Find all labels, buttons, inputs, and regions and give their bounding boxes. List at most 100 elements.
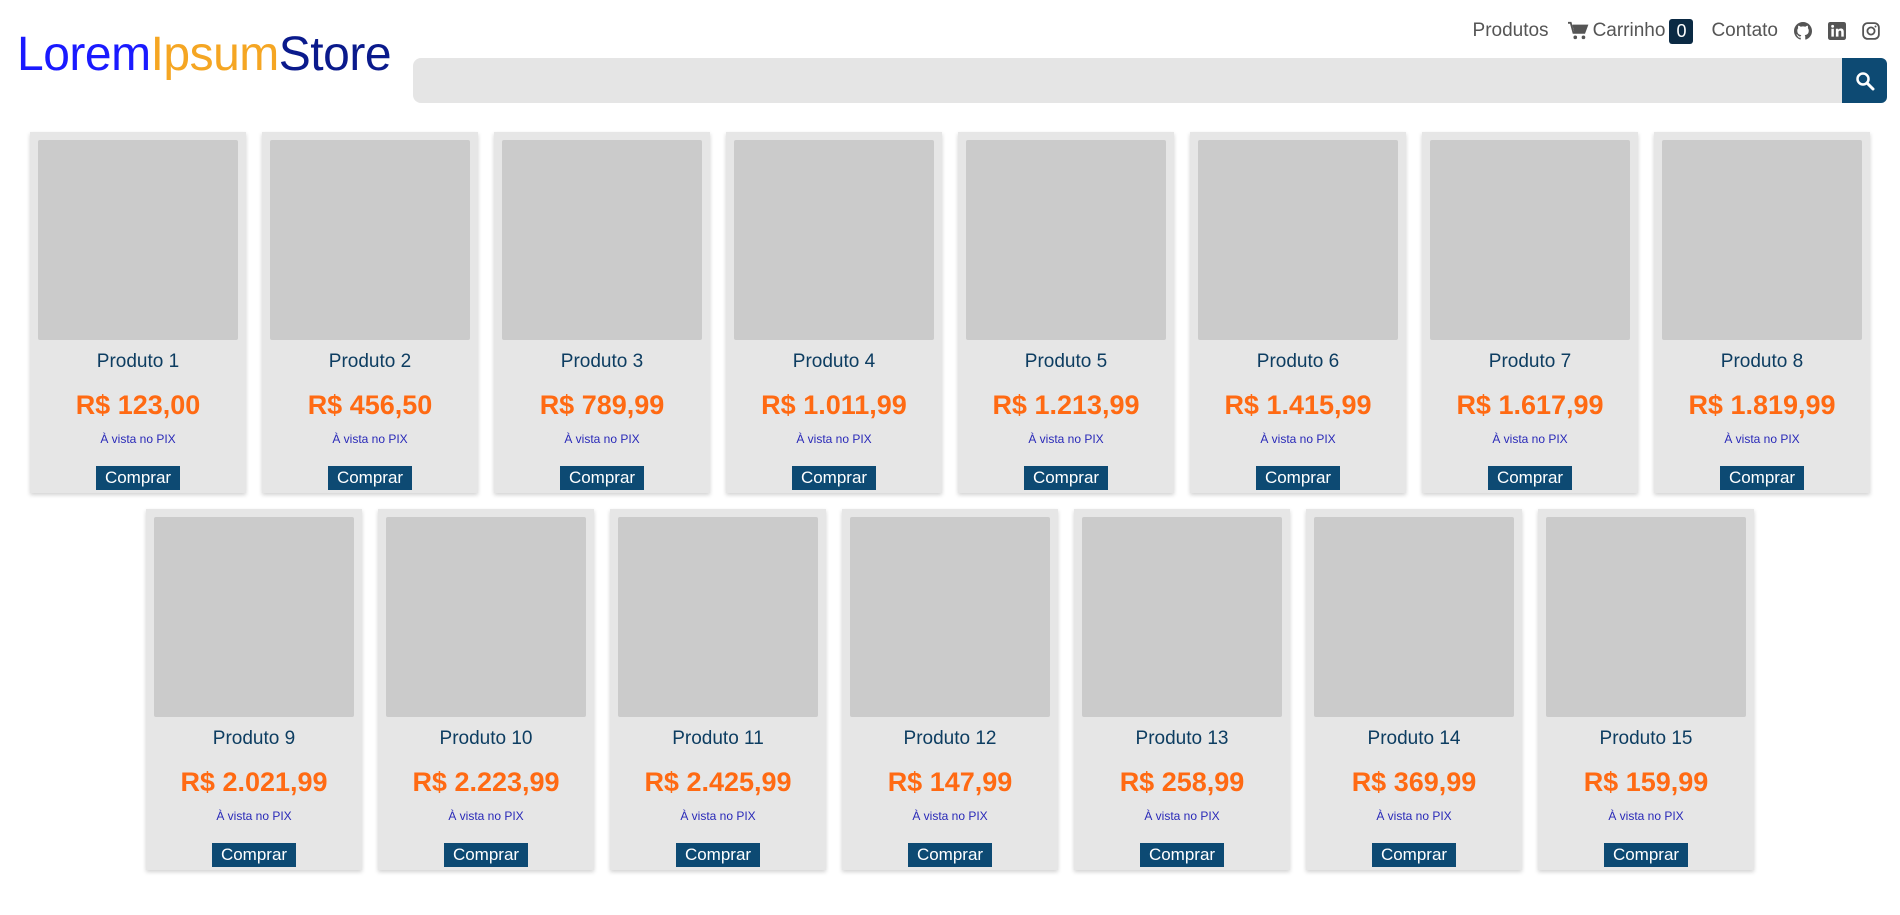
linkedin-icon[interactable] bbox=[1828, 22, 1846, 40]
buy-button[interactable]: Comprar bbox=[443, 843, 529, 867]
payment-note: À vista no PIX bbox=[448, 809, 524, 823]
product-name[interactable]: Produto 5 bbox=[1025, 351, 1107, 373]
product-price: R$ 1.617,99 bbox=[1456, 390, 1604, 420]
nav-contato[interactable]: Contato bbox=[1711, 20, 1778, 42]
product-name[interactable]: Produto 6 bbox=[1257, 351, 1339, 373]
buy-button[interactable]: Comprar bbox=[559, 466, 645, 490]
product-card[interactable]: Produto 8 R$ 1.819,99 À vista no PIX Compra… bbox=[1654, 132, 1870, 493]
buy-button[interactable]: Comprar bbox=[907, 843, 993, 867]
buy-button[interactable]: Comprar bbox=[95, 466, 181, 490]
payment-note: À vista no PIX bbox=[564, 432, 640, 446]
product-name[interactable]: Produto 14 bbox=[1368, 728, 1461, 750]
product-name[interactable]: Produto 13 bbox=[1136, 728, 1229, 750]
product-card[interactable]: Produto 1 R$ 123,00 À vista no PIX Comprar bbox=[30, 132, 246, 493]
product-card[interactable]: Produto 15 R$ 159,99 À vista no PIX Comprar bbox=[1538, 509, 1754, 870]
product-image[interactable] bbox=[1198, 140, 1398, 340]
product-name[interactable]: Produto 12 bbox=[904, 728, 997, 750]
buy-button[interactable]: Comprar bbox=[1139, 843, 1225, 867]
product-name[interactable]: Produto 15 bbox=[1600, 728, 1693, 750]
product-name[interactable]: Produto 11 bbox=[672, 728, 764, 750]
product-image[interactable] bbox=[1314, 517, 1514, 717]
top-nav: Produtos Carrinho 0 Contato bbox=[1455, 16, 1880, 46]
cart-icon bbox=[1567, 21, 1588, 40]
product-card[interactable]: Produto 12 R$ 147,99 À vista no PIX Comprar bbox=[842, 509, 1058, 870]
github-icon[interactable] bbox=[1794, 22, 1812, 40]
product-name[interactable]: Produto 2 bbox=[329, 351, 411, 373]
product-price: R$ 123,00 bbox=[75, 390, 201, 420]
buy-button[interactable]: Comprar bbox=[211, 843, 297, 867]
nav-produtos[interactable]: Produtos bbox=[1473, 20, 1549, 42]
payment-note: À vista no PIX bbox=[332, 432, 408, 446]
product-image[interactable] bbox=[1082, 517, 1282, 717]
payment-note: À vista no PIX bbox=[1492, 432, 1568, 446]
product-image[interactable] bbox=[502, 140, 702, 340]
product-card[interactable]: Produto 11 R$ 2.425,99 À vista no PIX Compr… bbox=[610, 509, 826, 870]
search-input[interactable] bbox=[413, 58, 1842, 103]
buy-button[interactable]: Comprar bbox=[1255, 466, 1341, 490]
product-card[interactable]: Produto 2 R$ 456,50 À vista no PIX Comprar bbox=[262, 132, 478, 493]
search-button[interactable] bbox=[1842, 58, 1887, 103]
product-price: R$ 147,99 bbox=[887, 767, 1013, 797]
payment-note: À vista no PIX bbox=[1260, 432, 1336, 446]
product-image[interactable] bbox=[386, 517, 586, 717]
product-card[interactable]: Produto 6 R$ 1.415,99 À vista no PIX Compra… bbox=[1190, 132, 1406, 493]
product-card[interactable]: Produto 4 R$ 1.011,99 À vista no PIX Compra… bbox=[726, 132, 942, 493]
header: LoremIpsumStore Produtos Carrinho 0 Cont… bbox=[0, 0, 1900, 120]
product-row-1: Produto 1 R$ 123,00 À vista no PIX Comprar … bbox=[0, 132, 1900, 493]
product-card[interactable]: Produto 3 R$ 789,99 À vista no PIX Comprar bbox=[494, 132, 710, 493]
buy-button[interactable]: Comprar bbox=[1603, 843, 1689, 867]
product-name[interactable]: Produto 7 bbox=[1489, 351, 1571, 373]
product-card[interactable]: Produto 9 R$ 2.021,99 À vista no PIX Compra… bbox=[146, 509, 362, 870]
product-image[interactable] bbox=[154, 517, 354, 717]
search-bar bbox=[413, 58, 1887, 103]
payment-note: À vista no PIX bbox=[912, 809, 988, 823]
payment-note: À vista no PIX bbox=[216, 809, 292, 823]
buy-button[interactable]: Comprar bbox=[791, 466, 877, 490]
product-image[interactable] bbox=[1546, 517, 1746, 717]
payment-note: À vista no PIX bbox=[1608, 809, 1684, 823]
logo-part-2: Ipsum bbox=[150, 28, 280, 81]
product-name[interactable]: Produto 8 bbox=[1721, 351, 1803, 373]
buy-button[interactable]: Comprar bbox=[327, 466, 413, 490]
product-price: R$ 2.425,99 bbox=[644, 767, 792, 797]
nav-carrinho[interactable]: Carrinho 0 bbox=[1567, 18, 1694, 44]
product-name[interactable]: Produto 4 bbox=[793, 351, 875, 373]
product-price: R$ 1.011,99 bbox=[761, 390, 907, 420]
buy-button[interactable]: Comprar bbox=[1023, 466, 1109, 490]
payment-note: À vista no PIX bbox=[1144, 809, 1220, 823]
buy-button[interactable]: Comprar bbox=[1719, 466, 1805, 490]
product-name[interactable]: Produto 9 bbox=[213, 728, 295, 750]
product-price: R$ 2.021,99 bbox=[180, 767, 328, 797]
logo[interactable]: LoremIpsumStore bbox=[17, 28, 392, 81]
product-image[interactable] bbox=[850, 517, 1050, 717]
product-price: R$ 369,99 bbox=[1351, 767, 1477, 797]
payment-note: À vista no PIX bbox=[1028, 432, 1104, 446]
product-price: R$ 456,50 bbox=[307, 390, 433, 420]
payment-note: À vista no PIX bbox=[1724, 432, 1800, 446]
instagram-icon[interactable] bbox=[1862, 22, 1880, 40]
payment-note: À vista no PIX bbox=[100, 432, 176, 446]
product-image[interactable] bbox=[1430, 140, 1630, 340]
product-card[interactable]: Produto 7 R$ 1.617,99 À vista no PIX Compra… bbox=[1422, 132, 1638, 493]
product-image[interactable] bbox=[966, 140, 1166, 340]
product-image[interactable] bbox=[1662, 140, 1862, 340]
product-name[interactable]: Produto 10 bbox=[440, 728, 533, 750]
product-card[interactable]: Produto 14 R$ 369,99 À vista no PIX Comprar bbox=[1306, 509, 1522, 870]
payment-note: À vista no PIX bbox=[1376, 809, 1452, 823]
product-price: R$ 159,99 bbox=[1583, 767, 1709, 797]
product-image[interactable] bbox=[270, 140, 470, 340]
buy-button[interactable]: Comprar bbox=[675, 843, 761, 867]
product-price: R$ 1.415,99 bbox=[1224, 390, 1372, 420]
product-price: R$ 2.223,99 bbox=[412, 767, 560, 797]
product-card[interactable]: Produto 13 R$ 258,99 À vista no PIX Comprar bbox=[1074, 509, 1290, 870]
buy-button[interactable]: Comprar bbox=[1371, 843, 1457, 867]
product-name[interactable]: Produto 3 bbox=[561, 351, 643, 373]
product-image[interactable] bbox=[734, 140, 934, 340]
product-image[interactable] bbox=[618, 517, 818, 717]
payment-note: À vista no PIX bbox=[680, 809, 756, 823]
product-image[interactable] bbox=[38, 140, 238, 340]
buy-button[interactable]: Comprar bbox=[1487, 466, 1573, 490]
product-card[interactable]: Produto 5 R$ 1.213,99 À vista no PIX Compra… bbox=[958, 132, 1174, 493]
product-name[interactable]: Produto 1 bbox=[97, 351, 179, 373]
product-card[interactable]: Produto 10 R$ 2.223,99 À vista no PIX Compr… bbox=[378, 509, 594, 870]
